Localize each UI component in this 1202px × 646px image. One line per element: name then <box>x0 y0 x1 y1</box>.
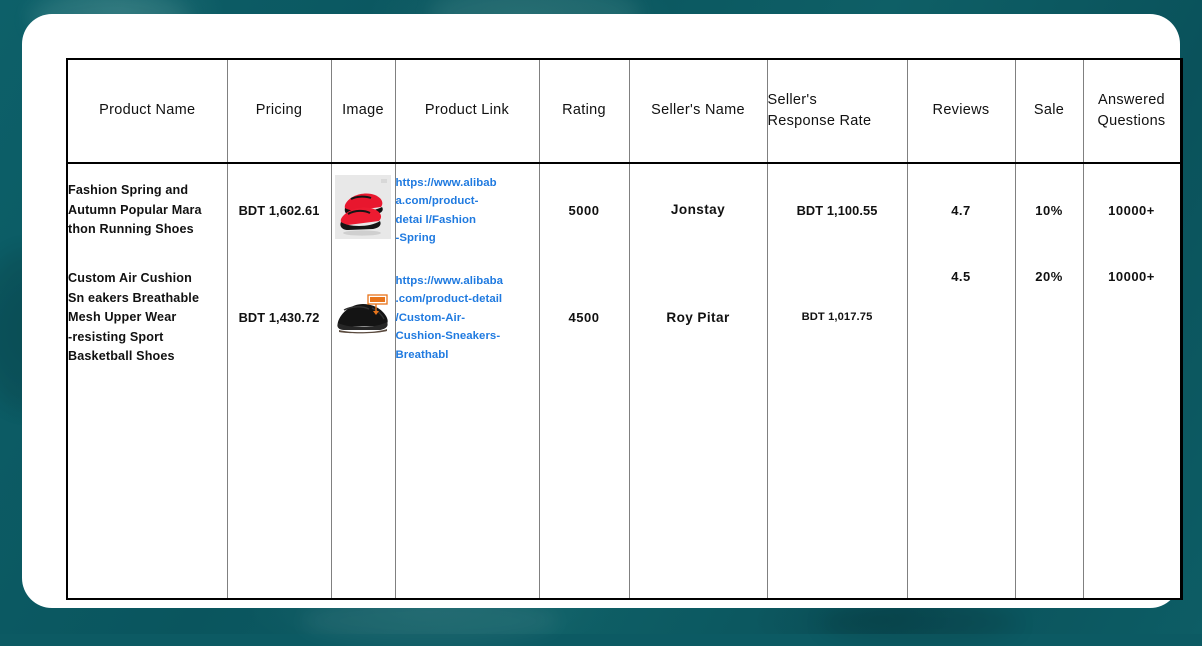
column-header-image[interactable]: Image <box>330 59 396 164</box>
table-header: Product Name Pricing Image Product Link … <box>67 59 1181 164</box>
column-header-product-link[interactable]: Product Link <box>394 59 540 164</box>
cell-pricing: BDT 1,430.72 <box>226 257 332 379</box>
table-row[interactable]: Custom Air Cushion Sn eakers Breathable … <box>67 257 1181 379</box>
cell-sale: 10% <box>1014 163 1084 257</box>
empty-cell <box>1014 379 1084 599</box>
empty-cell <box>330 379 396 599</box>
empty-cell <box>906 379 1016 599</box>
column-header-sellers-name[interactable]: Seller's Name <box>628 59 768 164</box>
cell-rating: 5000 <box>538 163 630 257</box>
empty-cell <box>67 379 228 599</box>
cell-sellers-response-rate: BDT 1,017.75 <box>766 257 908 379</box>
cell-image[interactable] <box>330 163 396 257</box>
cell-answered-questions: 10000+ <box>1082 257 1181 379</box>
red-running-shoes-thumbnail[interactable] <box>335 175 391 240</box>
cell-rating: 4500 <box>538 257 630 379</box>
cell-sellers-name: Roy Pitar <box>628 257 768 379</box>
cell-pricing: BDT 1,602.61 <box>226 163 332 257</box>
black-sneaker-thumbnail[interactable] <box>332 291 394 338</box>
column-header-sale[interactable]: Sale <box>1014 59 1084 164</box>
cell-image[interactable] <box>330 257 396 379</box>
cell-product-name: Custom Air Cushion Sn eakers Breathable … <box>67 257 228 379</box>
column-header-pricing[interactable]: Pricing <box>226 59 332 164</box>
cell-reviews: 4.5 <box>906 257 1016 379</box>
column-header-sellers-response-rate[interactable]: Seller's Response Rate <box>766 59 908 164</box>
table-row[interactable]: Fashion Spring and Autumn Popular Mara t… <box>67 163 1181 257</box>
cell-sale: 20% <box>1014 257 1084 379</box>
cell-product-name: Fashion Spring and Autumn Popular Mara t… <box>67 163 228 257</box>
white-card-panel: Product Name Pricing Image Product Link … <box>22 14 1183 608</box>
column-header-product-name[interactable]: Product Name <box>67 59 228 164</box>
product-comparison-table: Product Name Pricing Image Product Link … <box>66 58 1183 600</box>
empty-cell <box>1082 379 1181 599</box>
column-header-reviews[interactable]: Reviews <box>906 59 1016 164</box>
empty-cell <box>538 379 630 599</box>
table-body: Fashion Spring and Autumn Popular Mara t… <box>67 163 1181 599</box>
empty-cell <box>226 379 332 599</box>
cell-product-link[interactable]: https://www.alibab a.com/product- detai … <box>394 163 540 257</box>
product-link[interactable]: https://www.alibaba .com/product-detail … <box>396 272 539 364</box>
empty-cell <box>628 379 768 599</box>
cell-answered-questions: 10000+ <box>1082 163 1181 257</box>
column-header-rating[interactable]: Rating <box>538 59 630 164</box>
cell-product-link[interactable]: https://www.alibaba .com/product-detail … <box>394 257 540 379</box>
column-header-answered-questions[interactable]: Answered Questions <box>1082 59 1181 164</box>
empty-cell <box>766 379 908 599</box>
product-link[interactable]: https://www.alibab a.com/product- detai … <box>396 174 539 248</box>
header-row: Product Name Pricing Image Product Link … <box>67 59 1181 164</box>
empty-cell <box>394 379 540 599</box>
cell-sellers-response-rate: BDT 1,100.55 <box>766 163 908 257</box>
cell-reviews: 4.7 <box>906 163 1016 257</box>
cell-sellers-name: Jonstay <box>628 163 768 257</box>
table-empty-space <box>67 379 1181 599</box>
